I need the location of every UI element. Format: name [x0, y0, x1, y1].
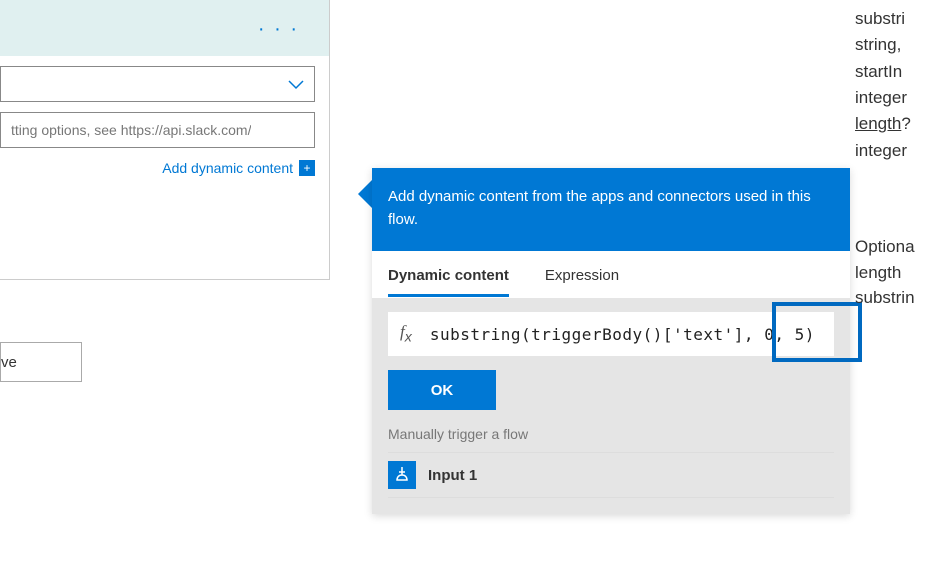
field-placeholder: tting options, see https://api.slack.com…: [11, 122, 251, 138]
add-dynamic-content-label: Add dynamic content: [162, 160, 293, 176]
card-header: · · ·: [0, 0, 329, 56]
touch-icon: [388, 461, 416, 489]
action-card: · · · tting options, see https://api.sla…: [0, 0, 330, 280]
flyout-pointer: [358, 180, 372, 208]
doc-snippet-desc: Optiona length substrin: [855, 234, 935, 311]
item-label: Input 1: [428, 467, 477, 484]
plus-icon: +: [299, 160, 315, 176]
tab-expression[interactable]: Expression: [545, 267, 619, 297]
doc-snippet-params: substri string, startIn integer length? …: [855, 0, 935, 164]
dropdown-field[interactable]: [0, 66, 315, 102]
save-button-label: ve: [1, 354, 17, 371]
fx-icon: fx: [400, 322, 412, 345]
dynamic-item-input1[interactable]: Input 1: [388, 452, 834, 497]
text-field[interactable]: tting options, see https://api.slack.com…: [0, 112, 315, 148]
save-button[interactable]: ve: [0, 342, 82, 382]
chevron-down-icon: [288, 74, 304, 95]
ok-button[interactable]: OK: [388, 370, 496, 410]
section-label: Manually trigger a flow: [388, 426, 834, 442]
more-menu-icon[interactable]: · · ·: [258, 18, 299, 41]
add-dynamic-content-link[interactable]: Add dynamic content +: [0, 160, 315, 176]
dynamic-content-flyout: Add dynamic content from the apps and co…: [372, 168, 850, 514]
flyout-header: Add dynamic content from the apps and co…: [372, 168, 850, 251]
divider: [388, 497, 834, 498]
expression-area: fx substring(triggerBody()['text'], 0, 5…: [372, 298, 850, 514]
expression-text: substring(triggerBody()['text'], 0, 5): [430, 325, 815, 344]
tab-dynamic-content[interactable]: Dynamic content: [388, 267, 509, 297]
expression-input[interactable]: fx substring(triggerBody()['text'], 0, 5…: [388, 312, 834, 356]
flyout-tabs: Dynamic content Expression: [372, 251, 850, 298]
